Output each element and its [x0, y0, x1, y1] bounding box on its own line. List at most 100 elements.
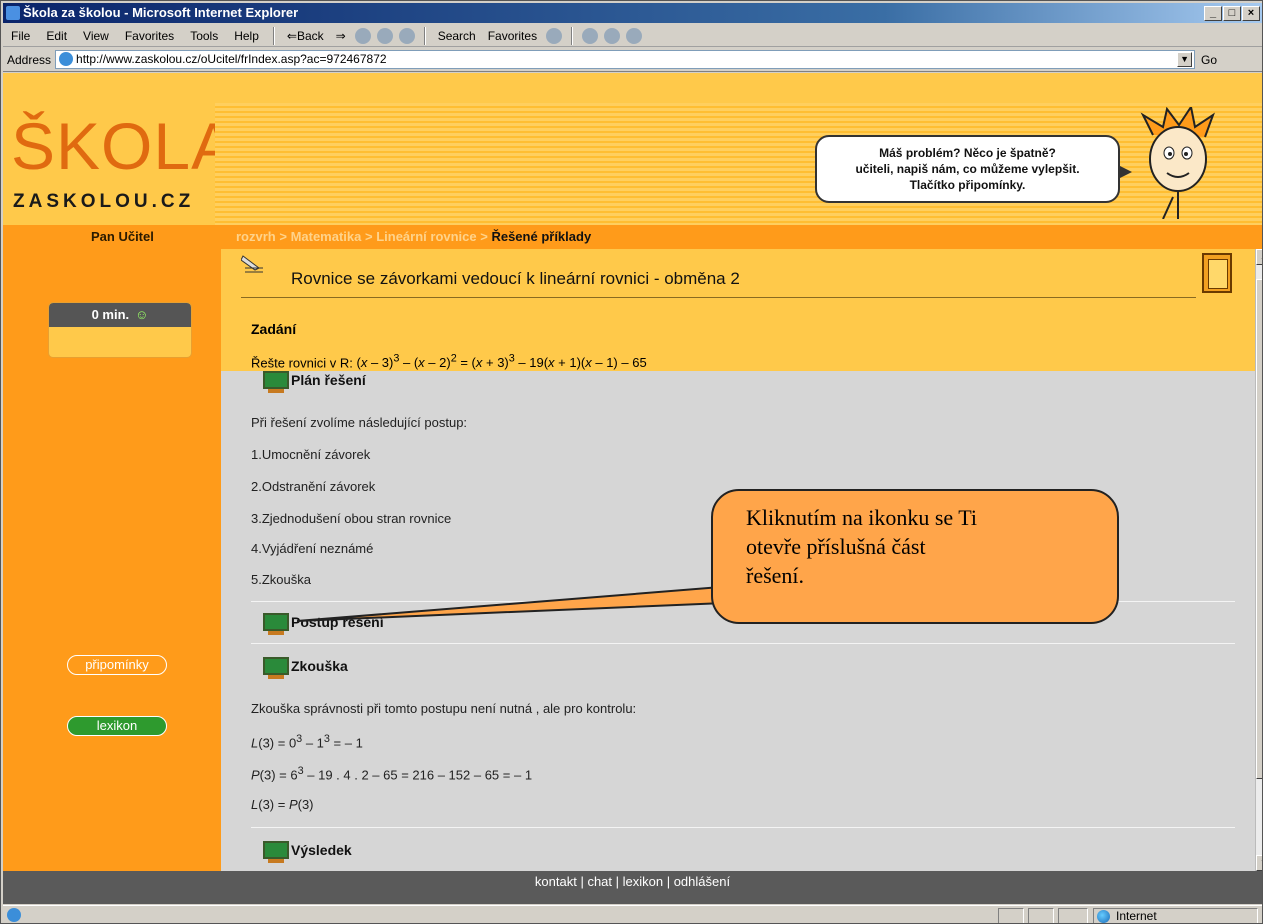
globe-icon	[1097, 910, 1110, 923]
blackboard-icon	[263, 841, 289, 863]
forward-button[interactable]: ⇒	[330, 25, 352, 47]
ie-logo-icon	[6, 6, 20, 20]
breadcrumb-link-matematika[interactable]: Matematika	[291, 229, 362, 244]
address-label: Address	[7, 52, 52, 67]
blackboard-icon	[263, 657, 289, 679]
status-cell	[1058, 908, 1088, 923]
page-icon	[59, 52, 74, 66]
scroll-thumb[interactable]	[1256, 279, 1262, 779]
breadcrumb-link-rozvrh[interactable]: rozvrh	[236, 229, 276, 244]
postup-heading: Postup řešení	[291, 614, 384, 630]
vysledek-section-toggle[interactable]: Výsledek	[263, 841, 352, 863]
lexikon-button[interactable]: lexikon	[67, 716, 167, 736]
toolbar-separator	[272, 26, 275, 45]
plan-step: 1.Umocnění závorek	[251, 447, 371, 462]
plan-step: 3.Zjednodušení obou stran rovnice	[251, 511, 452, 526]
minimize-button[interactable]: _	[1204, 6, 1222, 21]
exit-door-icon[interactable]	[1202, 253, 1232, 293]
footer-link-lexikon[interactable]: lexikon	[623, 874, 663, 889]
scroll-down-button[interactable]: ▼	[1256, 855, 1262, 871]
browser-window: Škola za školou - Microsoft Internet Exp…	[0, 0, 1263, 924]
section-divider	[251, 643, 1235, 644]
status-cell	[1028, 908, 1054, 923]
window-title: Škola za školou - Microsoft Internet Exp…	[23, 5, 299, 20]
status-bar: Internet	[3, 905, 1262, 923]
bubble-line-1: Máš problém? Něco je špatně?	[879, 146, 1056, 160]
favorites-button[interactable]: Favorites	[482, 25, 543, 47]
page-status-icon	[7, 908, 21, 922]
status-cell	[998, 908, 1024, 923]
footer-link-kontakt[interactable]: kontakt	[535, 874, 577, 889]
task-panel: Rovnice se závorkami vedoucí k lineární …	[221, 249, 1255, 371]
equation-prefix: Řešte rovnici v R:	[251, 355, 357, 371]
menu-help[interactable]: Help	[226, 25, 267, 47]
callout-line-2: otevře příslušná část	[746, 534, 926, 559]
zkouska-section-toggle[interactable]: Zkouška	[263, 657, 348, 679]
breadcrumb: rozvrh > Matematika > Lineární rovnice >…	[236, 225, 591, 249]
go-button[interactable]: Go	[1195, 48, 1217, 72]
plan-step: 4.Vyjádření neznámé	[251, 541, 374, 556]
instruction-callout: Kliknutím na ikonku se Ti otevře přísluš…	[711, 489, 1119, 624]
zadani-heading: Zadání	[251, 321, 297, 337]
address-url: http://www.zaskolou.cz/oUcitel/frIndex.a…	[76, 52, 387, 66]
site-header: ŠKOLA ZASKOLOU.CZ Máš problém? Něco je š…	[3, 73, 1262, 225]
vysledek-heading: Výsledek	[291, 842, 352, 858]
sidebar: 0 min. ☺ připomínky lexikon	[3, 249, 218, 871]
title-divider	[241, 297, 1196, 298]
home-icon[interactable]	[398, 27, 415, 44]
time-counter: 0 min. ☺	[48, 302, 192, 358]
plan-step: 5.Zkouška	[251, 572, 311, 587]
close-button[interactable]: ×	[1242, 6, 1260, 21]
callout-line-1: Kliknutím na ikonku se Ti	[746, 505, 978, 530]
address-dropdown[interactable]: ▼	[1177, 52, 1193, 67]
zkouska-line-1: L(3) = 03 – 13 = – 1	[251, 733, 363, 751]
menu-favorites[interactable]: Favorites	[117, 25, 182, 47]
plan-step: 2.Odstranění závorek	[251, 479, 376, 494]
feedback-bubble: Máš problém? Něco je špatně? učiteli, na…	[815, 135, 1132, 203]
search-button[interactable]: Search	[432, 25, 482, 47]
scroll-up-button[interactable]: ▲	[1256, 249, 1262, 265]
breadcrumb-separator: >	[476, 229, 492, 244]
breadcrumb-separator: >	[275, 229, 291, 244]
timer-header: 0 min. ☺	[49, 303, 191, 327]
plan-section-toggle[interactable]: Plán řešení	[263, 371, 366, 393]
print-icon[interactable]	[604, 27, 621, 44]
pripominky-button[interactable]: připomínky	[67, 655, 167, 675]
title-bar: Škola za školou - Microsoft Internet Exp…	[3, 3, 1262, 23]
toolbar-separator	[571, 26, 574, 45]
pencil-icon	[241, 255, 263, 273]
page-title: Rovnice se závorkami vedoucí k lineární …	[291, 269, 740, 288]
zkouska-heading: Zkouška	[291, 658, 348, 674]
menu-tools[interactable]: Tools	[182, 25, 226, 47]
menu-file[interactable]: File	[3, 25, 38, 47]
cartoon-face-icon	[1140, 107, 1215, 219]
postup-section-toggle[interactable]: Postup řešení	[263, 613, 384, 635]
maximize-button[interactable]: □	[1223, 6, 1241, 21]
plan-intro: Při řešení zvolíme následující postup:	[251, 415, 468, 430]
zkouska-intro: Zkouška správnosti při tomto postupu nen…	[251, 701, 637, 716]
vertical-scrollbar[interactable]: ▲ ▼	[1255, 249, 1262, 871]
back-button[interactable]: ⇐Back	[281, 25, 330, 47]
mail-icon[interactable]	[582, 27, 599, 44]
footer-link-odhlaseni[interactable]: odhlášení	[674, 874, 730, 889]
timer-label: 0 min.	[91, 307, 130, 322]
menu-bar: File Edit View Favorites Tools Help ⇐Bac…	[3, 25, 1262, 47]
edit-icon[interactable]	[626, 27, 643, 44]
footer-link-chat[interactable]: chat	[587, 874, 612, 889]
logo-sub: ZASKOLOU.CZ	[13, 191, 195, 212]
menu-edit[interactable]: Edit	[38, 25, 75, 47]
user-name: Pan Učitel	[91, 229, 154, 244]
task-equation: Řešte rovnici v R: (x – 3)3 – (x – 2)2 =…	[251, 353, 647, 370]
menu-view[interactable]: View	[75, 25, 117, 47]
breadcrumb-separator: >	[361, 229, 377, 244]
bubble-line-3: Tlačítko připomínky.	[909, 178, 1026, 192]
stop-icon[interactable]	[354, 27, 371, 44]
breadcrumb-link-linearni-rovnice[interactable]: Lineární rovnice	[376, 229, 476, 244]
logo-main: ŠKOLA	[11, 109, 237, 183]
blackboard-icon	[263, 613, 289, 635]
site-logo[interactable]: ŠKOLA ZASKOLOU.CZ	[3, 103, 235, 223]
history-icon[interactable]	[546, 27, 563, 44]
security-zone: Internet	[1093, 908, 1258, 923]
address-input[interactable]: http://www.zaskolou.cz/oUcitel/frIndex.a…	[55, 50, 1196, 69]
refresh-icon[interactable]	[376, 27, 393, 44]
